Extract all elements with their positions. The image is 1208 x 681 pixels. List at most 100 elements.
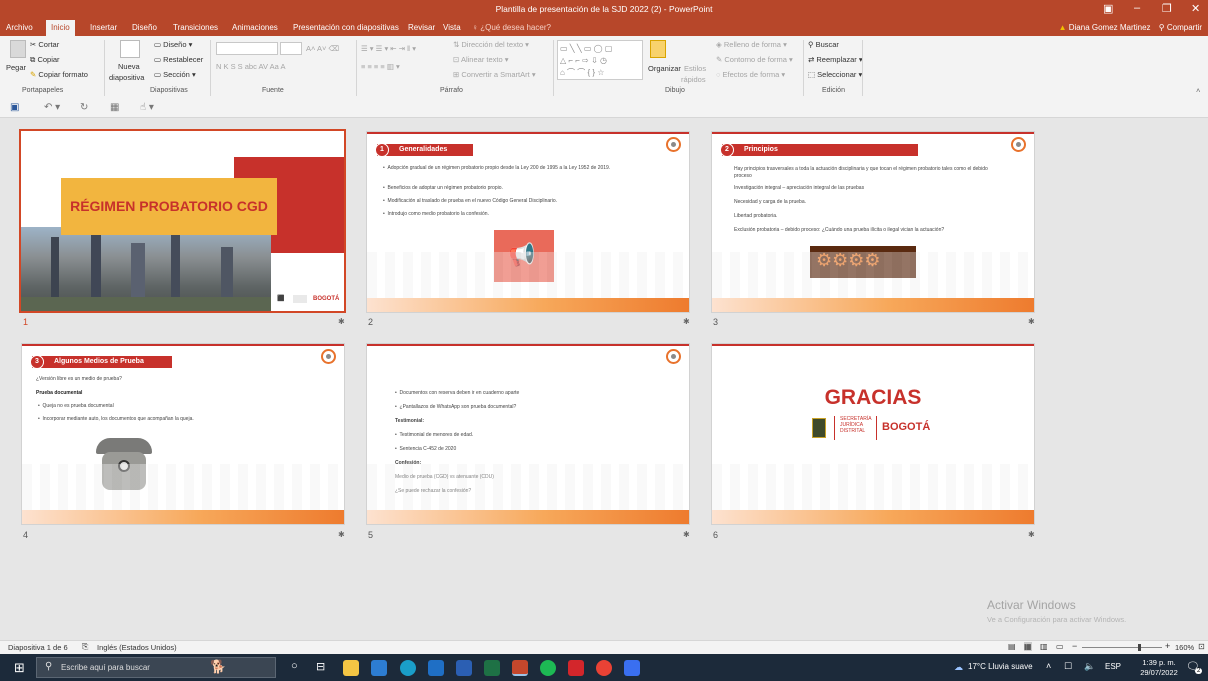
- align-text-button[interactable]: ⊡ Alinear texto ▾: [453, 55, 509, 64]
- reading-view-icon[interactable]: ▥: [1040, 642, 1048, 651]
- share-button[interactable]: Compartir: [1167, 23, 1202, 32]
- reset-button[interactable]: ▭ Restablecer: [154, 55, 203, 64]
- quick-styles-label-1[interactable]: Estilos: [684, 64, 706, 73]
- tab-vista[interactable]: Vista: [443, 23, 461, 32]
- slide-sorter-view-icon[interactable]: ▦: [1024, 642, 1032, 651]
- task-view-icon[interactable]: ⊟: [316, 660, 325, 673]
- mail-icon[interactable]: [371, 660, 387, 676]
- network-icon[interactable]: ☐: [1064, 661, 1072, 672]
- excel-icon[interactable]: [484, 660, 500, 676]
- slide-thumbnail-5[interactable]: • Documentos con reserva deben ir en cua…: [366, 343, 690, 525]
- paste-button[interactable]: Pegar: [6, 63, 26, 72]
- zoom-level[interactable]: 160%: [1175, 643, 1194, 652]
- slide-thumbnail-6[interactable]: GRACIAS SECRETARÍA JURÍDICA DISTRITAL BOGO…: [711, 343, 1035, 525]
- select-button[interactable]: ⬚ Seleccionar ▾: [808, 70, 862, 79]
- format-painter-button[interactable]: ✎ Copiar formato: [30, 70, 88, 79]
- tab-inicio[interactable]: Inicio: [46, 20, 75, 36]
- weather-text[interactable]: 17°C Lluvia suave: [968, 662, 1033, 671]
- shapes-gallery[interactable]: ▭ ╲ ╲ ▭ ◯ ▢ △ ⌐ ⌐ ⇨ ⇩ ◷ ⌂ ⌒ ⌒ { } ☆: [557, 40, 643, 80]
- new-slide-label-1[interactable]: Nueva: [118, 62, 140, 71]
- quick-styles-label-2[interactable]: rápidos: [681, 75, 706, 84]
- align-buttons[interactable]: ≡ ≡ ≡ ≡ ▥ ▾: [361, 62, 400, 71]
- user-area[interactable]: ▲ Diana Gomez Martinez ⚲ Compartir: [1059, 23, 1202, 32]
- replace-button[interactable]: ⇄ Reemplazar ▾: [808, 55, 863, 64]
- taskbar-search-input[interactable]: Escribe aquí para buscar: [61, 663, 150, 672]
- search-highlight-icon[interactable]: 🐕: [210, 659, 226, 675]
- tell-me-input[interactable]: ♀ ¿Qué desea hacer?: [472, 23, 551, 32]
- zoom-app-icon[interactable]: [624, 660, 640, 676]
- tab-animaciones[interactable]: Animaciones: [232, 23, 278, 32]
- collapse-ribbon-icon[interactable]: ˄: [1196, 86, 1200, 95]
- smartart-button[interactable]: ⊞ Convertir a SmartArt ▾: [453, 70, 536, 79]
- show-hidden-icons[interactable]: ˄: [1046, 661, 1051, 671]
- tab-archivo[interactable]: Archivo: [6, 23, 33, 32]
- minimize-icon[interactable]: –: [1134, 2, 1140, 14]
- new-slide-icon[interactable]: [120, 40, 140, 58]
- undo-icon[interactable]: ↶ ▾: [44, 102, 60, 113]
- tab-insertar[interactable]: Insertar: [90, 23, 117, 32]
- save-icon[interactable]: ▣: [10, 102, 19, 113]
- zoom-out-icon[interactable]: −: [1072, 641, 1077, 651]
- slideshow-view-icon[interactable]: ▭: [1056, 642, 1064, 651]
- shape-fill-button[interactable]: ◈ Relleno de forma ▾: [716, 40, 787, 49]
- windows-start-icon[interactable]: ⊞: [14, 660, 25, 676]
- acrobat-icon[interactable]: [568, 660, 584, 676]
- separator: [876, 416, 877, 440]
- powerpoint-icon[interactable]: [512, 660, 528, 676]
- word-icon[interactable]: [456, 660, 472, 676]
- new-slide-label-2[interactable]: diapositiva: [109, 73, 144, 82]
- tab-revisar[interactable]: Revisar: [408, 23, 435, 32]
- restore-ribbon-icon[interactable]: ▣: [1103, 2, 1113, 15]
- font-format-row[interactable]: N K S S abc AV Aa A: [216, 62, 286, 71]
- maximize-icon[interactable]: ❐: [1162, 2, 1172, 15]
- spotify-icon[interactable]: [540, 660, 556, 676]
- arrange-icon[interactable]: [650, 40, 666, 58]
- slide-thumbnail-1[interactable]: RÉGIMEN PROBATORIO CGD ⬛ BOGOTÁ: [19, 129, 346, 313]
- zoom-slider[interactable]: [1082, 647, 1162, 648]
- proofing-icon[interactable]: ⎘: [82, 642, 88, 652]
- language-indicator[interactable]: Inglés (Estados Unidos): [97, 643, 177, 652]
- slide-thumbnail-4[interactable]: Algunos Medios de Prueba 3 ¿Versión libr…: [21, 343, 345, 525]
- cortana-icon[interactable]: ○: [291, 660, 298, 672]
- volume-icon[interactable]: 🔈: [1084, 661, 1095, 672]
- bottom-strip: [22, 510, 344, 524]
- zoom-in-icon[interactable]: +: [1165, 641, 1170, 651]
- clock-time[interactable]: 1:39 p. m.: [1139, 658, 1179, 667]
- shape-effects-button[interactable]: ◌ Efectos de forma ▾: [716, 70, 785, 79]
- chrome-icon[interactable]: [596, 660, 612, 676]
- arrange-button[interactable]: Organizar: [648, 64, 681, 73]
- zoom-slider-thumb[interactable]: [1138, 644, 1141, 651]
- item-line-1: ¿Versión libre es un medio de prueba?: [36, 376, 122, 382]
- paste-icon[interactable]: [10, 40, 26, 58]
- outlook-icon[interactable]: [428, 660, 444, 676]
- cut-button[interactable]: ✂ Cortar: [30, 40, 59, 49]
- slide-thumbnail-3[interactable]: Principios 2 Hay principios trasversales…: [711, 131, 1035, 313]
- edge-icon[interactable]: [400, 660, 416, 676]
- normal-view-icon[interactable]: ▤: [1008, 642, 1016, 651]
- start-slideshow-icon[interactable]: ▦: [110, 102, 119, 113]
- slide-thumbnail-2[interactable]: Generalidades 1 • Adopción gradual de un…: [366, 131, 690, 313]
- close-icon[interactable]: ✕: [1191, 2, 1200, 15]
- slide-number-1: 1: [23, 317, 29, 327]
- text-direction-button[interactable]: ⇅ Dirección del texto ▾: [453, 40, 529, 49]
- fit-slide-icon[interactable]: ⊡: [1198, 642, 1205, 651]
- layout-button[interactable]: ▭ Diseño ▾: [154, 40, 192, 49]
- taskbar-search-box[interactable]: ⚲ Escribe aquí para buscar: [36, 657, 276, 678]
- font-family-select[interactable]: [216, 42, 278, 55]
- weather-icon[interactable]: ☁: [954, 662, 963, 673]
- font-size-select[interactable]: [280, 42, 302, 55]
- shape-outline-button[interactable]: ✎ Contorno de forma ▾: [716, 55, 793, 64]
- touch-mode-icon[interactable]: ☝ ▾: [140, 102, 154, 113]
- list-buttons[interactable]: ☰ ▾ ☰ ▾ ⇤ ⇥ ‖ ▾: [361, 44, 416, 53]
- font-size-buttons[interactable]: A˄ A˅ ⌫: [306, 44, 339, 53]
- section-button[interactable]: ▭ Sección ▾: [154, 70, 196, 79]
- tab-transiciones[interactable]: Transiciones: [173, 23, 218, 32]
- tab-diseno[interactable]: Diseño: [132, 23, 157, 32]
- tab-presentacion[interactable]: Presentación con diapositivas: [293, 23, 399, 32]
- find-button[interactable]: ⚲ Buscar: [808, 40, 839, 49]
- copy-button[interactable]: ⧉ Copiar: [30, 55, 60, 65]
- file-explorer-icon[interactable]: [343, 660, 359, 676]
- clock-date[interactable]: 29/07/2022: [1136, 668, 1182, 677]
- input-language[interactable]: ESP: [1105, 662, 1121, 671]
- redo-icon[interactable]: ↻: [80, 102, 88, 113]
